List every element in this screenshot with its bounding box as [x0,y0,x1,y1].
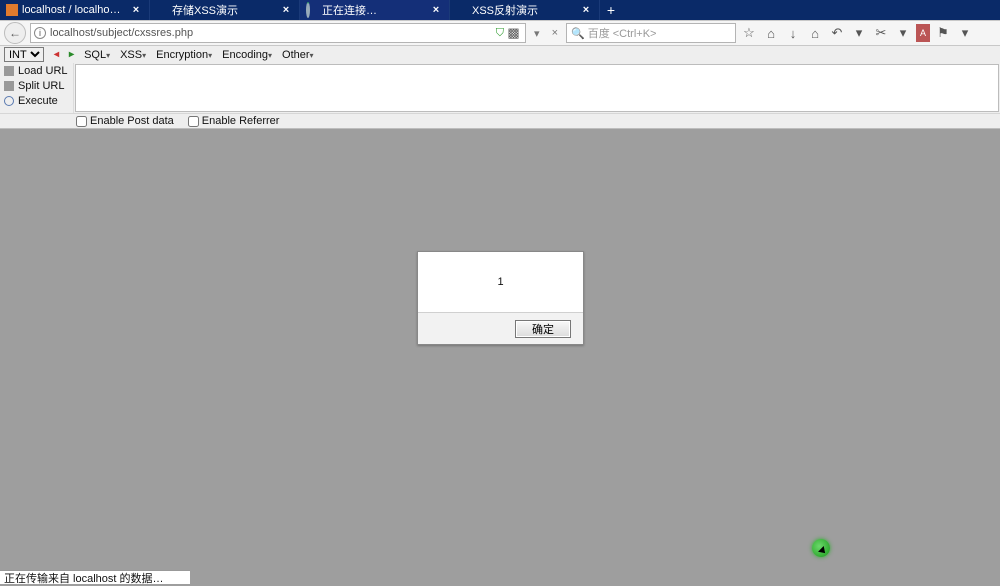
close-icon[interactable]: × [579,4,593,16]
flag-icon[interactable]: ⚑ [934,24,952,42]
menu-encoding[interactable]: Encoding▾ [222,49,272,61]
site-info-icon[interactable]: i [34,27,46,39]
tab-2[interactable]: 正在连接… × [300,0,450,20]
alert-message: 1 [418,252,583,312]
search-placeholder: 百度 <Ctrl+K> [588,25,657,41]
search-input[interactable]: 🔍 百度 <Ctrl+K> [566,23,736,43]
back-arrow-icon: ← [9,26,21,40]
hackbar: INT ◂ ▸ SQL▾ XSS▾ Encryption▾ Encoding▾ … [0,46,1000,129]
downloads-icon[interactable]: ↓ [784,24,802,42]
close-icon[interactable]: × [129,4,143,16]
hackbar-menu: INT ◂ ▸ SQL▾ XSS▾ Encryption▾ Encoding▾ … [0,46,1000,63]
favicon-icon [156,4,168,16]
load-icon [4,66,14,76]
tab-label: XSS反射演示 [472,2,575,18]
ok-button[interactable]: 确定 [515,320,571,338]
nav-bar: ← i localhost/subject/cxssres.php ⛉ ▩ ▾ … [0,20,1000,46]
alert-dialog: 1 确定 [417,251,584,345]
enable-post-checkbox[interactable]: Enable Post data [76,115,174,127]
favicon-icon [6,4,18,16]
url-box[interactable]: i localhost/subject/cxssres.php ⛉ ▩ [30,23,526,43]
execute-icon [4,96,14,106]
url-dropdown-icon[interactable]: ▾ [530,27,544,40]
pocket-icon[interactable]: ⌂ [762,24,780,42]
load-url-button[interactable]: Load URL [0,63,73,78]
tab-label: 正在连接… [322,2,425,18]
split-url-button[interactable]: Split URL [0,78,73,93]
qr-icon[interactable]: ▩ [504,24,522,42]
menu-other[interactable]: Other▾ [282,49,314,61]
cursor-icon [812,539,830,557]
dropdown-icon[interactable]: ▾ [850,24,868,42]
undo-icon[interactable]: ↶ [828,24,846,42]
search-icon: 🔍 [571,27,585,40]
menu-sql[interactable]: SQL▾ [84,49,110,61]
menu-encryption[interactable]: Encryption▾ [156,49,212,61]
hamburger-menu-icon[interactable] [978,26,996,40]
status-bar: 正在传输来自 localhost 的数据… [0,570,190,584]
tracking-shield-icon[interactable]: ⛉ [496,27,504,40]
next-icon[interactable]: ▸ [69,49,74,60]
stop-icon[interactable]: × [548,27,562,39]
cut-icon[interactable]: ✂ [872,24,890,42]
tab-0[interactable]: localhost / localhost /… × [0,0,150,20]
hackbar-checks: Enable Post data Enable Referrer [0,113,1000,128]
hackbar-side: Load URL Split URL Execute [0,63,74,113]
tab-strip: localhost / localhost /… × 存储XSS演示 × 正在连… [0,0,1000,20]
tab-3[interactable]: XSS反射演示 × [450,0,600,20]
enable-referrer-checkbox[interactable]: Enable Referrer [188,115,280,127]
split-icon [4,81,14,91]
close-icon[interactable]: × [429,4,443,16]
new-tab-button[interactable]: + [600,0,622,20]
prev-icon[interactable]: ◂ [54,49,59,60]
tab-1[interactable]: 存储XSS演示 × [150,0,300,20]
favicon-icon [456,4,468,16]
loading-icon [306,4,318,16]
tab-label: localhost / localhost /… [22,4,125,16]
close-icon[interactable]: × [279,4,293,16]
tab-label: 存储XSS演示 [172,2,275,18]
home-icon[interactable]: ⌂ [806,24,824,42]
type-select[interactable]: INT [4,47,44,62]
hackbar-textarea[interactable] [75,64,999,112]
back-button[interactable]: ← [4,22,26,44]
execute-button[interactable]: Execute [0,93,73,108]
dropdown-icon[interactable]: ▾ [956,24,974,42]
char-icon[interactable]: A [916,24,930,42]
menu-xss[interactable]: XSS▾ [120,49,146,61]
bookmark-star-icon[interactable]: ☆ [740,24,758,42]
url-text[interactable]: localhost/subject/cxssres.php [46,27,496,39]
dropdown-icon[interactable]: ▾ [894,24,912,42]
